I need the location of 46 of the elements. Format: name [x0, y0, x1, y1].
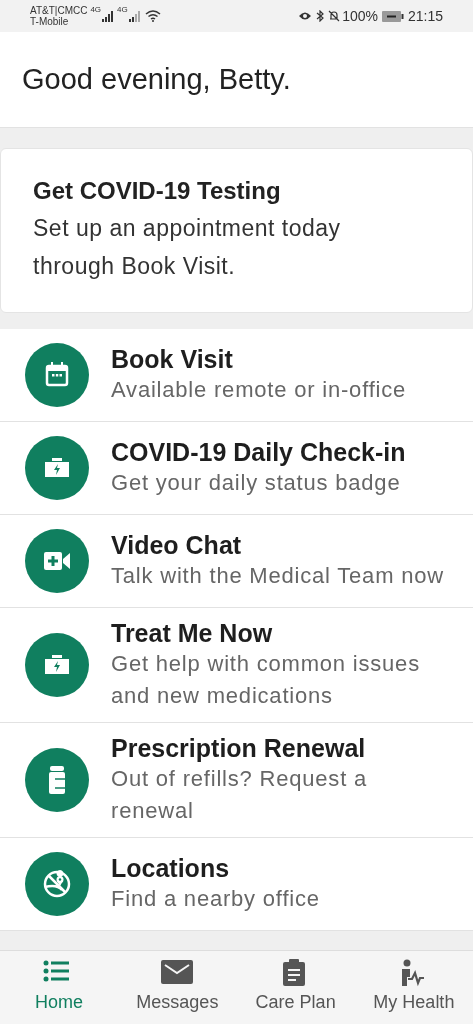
item-subtitle: Get your daily status badge — [111, 469, 402, 497]
item-title: Video Chat — [111, 530, 243, 560]
calendar-icon — [25, 343, 89, 407]
menu-item[interactable]: Locations Find a nearby office — [0, 838, 473, 931]
item-title: Book Visit — [111, 344, 234, 374]
signal-icon — [128, 10, 141, 22]
menu-item[interactable]: Video Chat Talk with the Medical Team now — [0, 515, 473, 608]
item-subtitle: Out of refills? Request a renewal — [111, 765, 368, 825]
menu-item[interactable]: Treat Me Now Get help with common issues and new medications — [0, 608, 473, 723]
muted-bell-icon — [328, 10, 341, 22]
item-title: COVID-19 Daily Check-in — [111, 437, 406, 467]
carrier-name: T-Mobile — [30, 16, 69, 27]
network-type: 4G — [90, 4, 102, 16]
item-subtitle: Find a nearby office — [111, 885, 320, 913]
greeting: Good evening, Betty. — [22, 61, 291, 97]
medical-kit-icon — [25, 436, 89, 500]
banner-title: Get COVID-19 Testing — [33, 176, 282, 206]
network-type: 4G — [117, 4, 128, 16]
nav-tab[interactable]: Messages — [118, 951, 237, 1024]
medical-kit-icon — [25, 633, 89, 697]
eye-icon — [298, 11, 313, 21]
pill-bottle-icon — [25, 748, 89, 812]
wifi-icon — [144, 10, 161, 22]
nav-tab[interactable]: Care Plan — [236, 951, 355, 1024]
menu-item[interactable]: COVID-19 Daily Check-in Get your daily status badge — [0, 422, 473, 515]
signal-icon — [102, 10, 115, 22]
banner-text: Set up an appointment today through Book Visit. — [33, 214, 342, 281]
bluetooth-icon — [316, 10, 325, 22]
item-subtitle: Available remote or in-office — [111, 376, 407, 404]
menu-item[interactable]: Book Visit Available remote or in-office — [0, 329, 473, 422]
clock: 21:15 — [407, 6, 443, 26]
item-title: Locations — [111, 853, 231, 883]
carrier-name: AT&T|CMCC — [30, 5, 88, 16]
item-title: Prescription Renewal — [111, 733, 367, 763]
video-camera-icon — [25, 529, 89, 593]
location-globe-icon — [25, 852, 89, 916]
battery-percentage: 100% — [342, 6, 378, 26]
item-subtitle: Get help with common issues and new medications — [111, 650, 421, 710]
item-title: Treat Me Now — [111, 618, 274, 648]
banner-card[interactable]: Get COVID-19 Testing Set up an appointment today through Book Visit. — [0, 148, 473, 313]
envelope-icon — [161, 959, 194, 987]
nav-tab[interactable]: My Health — [354, 951, 473, 1024]
item-subtitle: Talk with the Medical Team now — [111, 562, 444, 590]
menu-item[interactable]: Prescription Renewal Out of refills? Request a renewal — [0, 723, 473, 838]
nav-tab[interactable]: Home — [0, 951, 119, 1024]
battery-icon — [381, 10, 404, 22]
